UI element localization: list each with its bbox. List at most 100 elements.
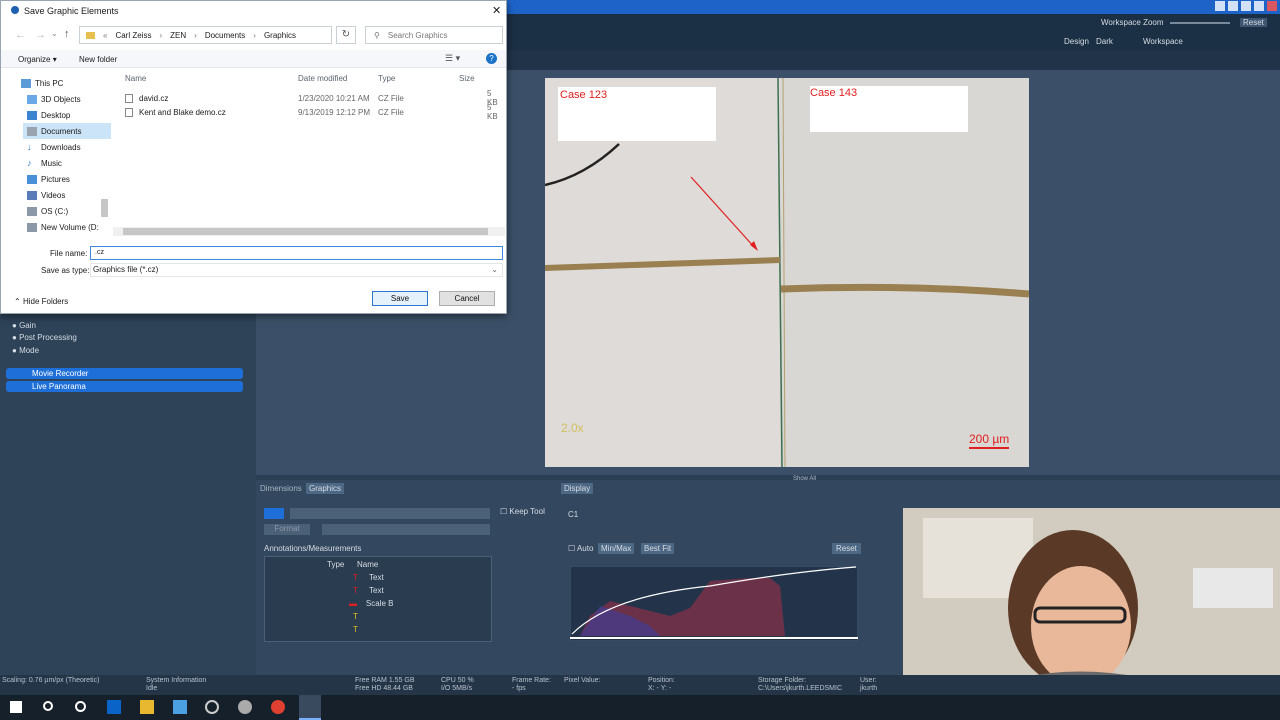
app-icon[interactable] (205, 700, 219, 714)
chevron-up-icon: ⌃ (14, 297, 21, 306)
videos-icon (27, 190, 37, 200)
cancel-button[interactable]: Cancel (439, 291, 495, 306)
horizontal-scrollbar[interactable] (113, 227, 505, 236)
nav-music[interactable]: ♪ Music (27, 155, 62, 171)
outlook-icon[interactable] (107, 700, 121, 714)
forward-icon[interactable]: → (35, 29, 46, 41)
post-processing-item[interactable]: ● Post Processing (12, 333, 77, 342)
restore-icon[interactable] (1241, 1, 1251, 11)
pictures-icon (27, 174, 37, 184)
nav-pictures[interactable]: Pictures (27, 171, 70, 187)
breadcrumb-carl-zeiss[interactable]: Carl Zeiss (115, 31, 151, 40)
table-row[interactable]: T Text (353, 573, 384, 582)
close-icon[interactable] (1267, 1, 1277, 11)
position-value: X: - Y: - (648, 685, 672, 692)
breadcrumb-graphics[interactable]: Graphics (264, 31, 296, 40)
gain-item[interactable]: ● Gain (12, 321, 36, 330)
download-icon: ↓ (27, 141, 32, 152)
minmax-button[interactable]: Min/Max (598, 543, 635, 554)
table-row[interactable]: T (353, 612, 358, 621)
nav-downloads[interactable]: ↓ Downloads (27, 139, 81, 155)
dialog-close-button[interactable]: ✕ (492, 4, 501, 17)
table-row[interactable]: T Text (353, 586, 384, 595)
music-icon: ♪ (27, 157, 32, 168)
help-icon[interactable] (1215, 1, 1225, 11)
nav-videos[interactable]: Videos (27, 187, 65, 203)
file-row-david[interactable]: david.cz 1/23/2020 10:21 AM CZ File 5 KB (125, 89, 502, 107)
file-explorer-icon[interactable] (140, 700, 154, 714)
webcam-overlay (903, 508, 1280, 695)
minimize-icon[interactable] (1228, 1, 1238, 11)
navigation-pane: This PC 3D Objects Desktop Documents ↓ Do… (7, 73, 111, 235)
maximize-icon[interactable] (1254, 1, 1264, 11)
table-row[interactable]: ▬ Scale B (349, 599, 393, 608)
histogram[interactable] (570, 566, 858, 641)
live-panorama-tool[interactable]: Live Panorama (6, 381, 243, 392)
file-name-input[interactable]: .cz (90, 246, 503, 260)
nav-this-pc[interactable]: This PC (21, 75, 63, 91)
best-fit-button[interactable]: Best Fit (641, 543, 675, 554)
io-rate: I/O 5MB/s (441, 685, 473, 692)
annotation-box-right[interactable]: Case 143 (810, 86, 968, 132)
movie-recorder-tool[interactable]: Movie Recorder (6, 368, 243, 379)
drawing-tools-row-2[interactable] (322, 524, 490, 535)
column-size[interactable]: Size (459, 74, 475, 83)
save-button[interactable]: Save (372, 291, 428, 306)
auto-checkbox[interactable]: ☐ Auto (568, 544, 593, 553)
format-button[interactable]: Format (264, 524, 310, 535)
save-as-type-select[interactable]: Graphics file (*.cz) ⌄ (90, 263, 503, 277)
file-icon (125, 93, 133, 103)
breadcrumb-documents[interactable]: Documents (205, 31, 245, 40)
select-tool-icon[interactable] (264, 508, 284, 519)
keep-tool-checkbox[interactable]: ☐ Keep Tool (500, 507, 545, 516)
search-icon[interactable] (43, 701, 53, 711)
nav-new-volume-d[interactable]: New Volume (D: (27, 219, 99, 235)
column-type[interactable]: Type (378, 74, 395, 83)
documents-icon (27, 126, 37, 136)
scale-bar[interactable]: 200 µm (969, 432, 1010, 449)
display-reset-button[interactable]: Reset (832, 543, 861, 554)
column-name[interactable]: Name (125, 74, 146, 83)
nav-documents[interactable]: Documents (23, 123, 111, 139)
table-row[interactable]: T (353, 625, 358, 634)
nav-os-c[interactable]: OS (C:) (27, 203, 68, 219)
tab-display[interactable]: Display (561, 483, 594, 494)
recent-dropdown-icon[interactable]: ⌄ (51, 29, 58, 38)
design-select[interactable]: Dark (1096, 37, 1113, 46)
search-input[interactable]: ⚲ Search Graphics (365, 26, 503, 44)
nav-desktop[interactable]: Desktop (27, 107, 70, 123)
settings-icon[interactable] (238, 700, 252, 714)
scaling-status: Scaling: 0.76 µm/px (Theoretic) (2, 677, 100, 684)
chrome-icon[interactable] (271, 700, 285, 714)
new-folder-button[interactable]: New folder (79, 55, 117, 64)
column-date[interactable]: Date modified (298, 74, 347, 83)
zen-app-icon[interactable] (299, 695, 321, 720)
workspace-zoom-slider[interactable] (1170, 22, 1230, 24)
zoom-reset-button[interactable]: Reset (1240, 18, 1267, 27)
annotation-box-left[interactable]: Case 123 (558, 87, 716, 141)
mode-item[interactable]: ● Mode (12, 346, 39, 355)
cortana-icon[interactable] (75, 701, 86, 712)
storage-folder-path[interactable]: C:\Users\jkurth.LEEDSMIC (758, 685, 842, 692)
view-options-icon[interactable]: ☰ ▾ (445, 53, 460, 64)
breadcrumb-zen[interactable]: ZEN (170, 31, 186, 40)
image-viewer[interactable]: Case 123 Case 143 2.0x 200 µm (545, 78, 1029, 467)
help-icon[interactable]: ? (486, 53, 497, 64)
organize-menu[interactable]: Organize ▾ (18, 55, 57, 64)
address-bar[interactable]: « Carl Zeiss › ZEN › Documents › Graphics (79, 26, 332, 44)
tab-dimensions[interactable]: Dimensions (260, 484, 302, 493)
back-icon[interactable]: ← (15, 29, 26, 41)
status-bar: Scaling: 0.76 µm/px (Theoretic) System I… (0, 675, 1280, 695)
nav-3d-objects[interactable]: 3D Objects (27, 91, 81, 107)
tab-graphics[interactable]: Graphics (306, 483, 345, 494)
calculator-icon[interactable] (173, 700, 187, 714)
hide-folders-toggle[interactable]: ⌃ Hide Folders (14, 297, 68, 306)
drawing-tools-row-1[interactable] (290, 508, 490, 519)
file-row-kent-blake[interactable]: Kent and Blake demo.cz 9/13/2019 12:12 P… (125, 103, 502, 121)
start-icon[interactable] (10, 701, 22, 713)
up-folder-icon[interactable]: ↑ (64, 28, 70, 40)
search-icon: ⚲ (374, 30, 380, 40)
frame-rate-label: Frame Rate: (512, 677, 551, 684)
nav-scrollbar[interactable] (101, 199, 108, 217)
refresh-icon[interactable]: ↻ (336, 26, 356, 44)
